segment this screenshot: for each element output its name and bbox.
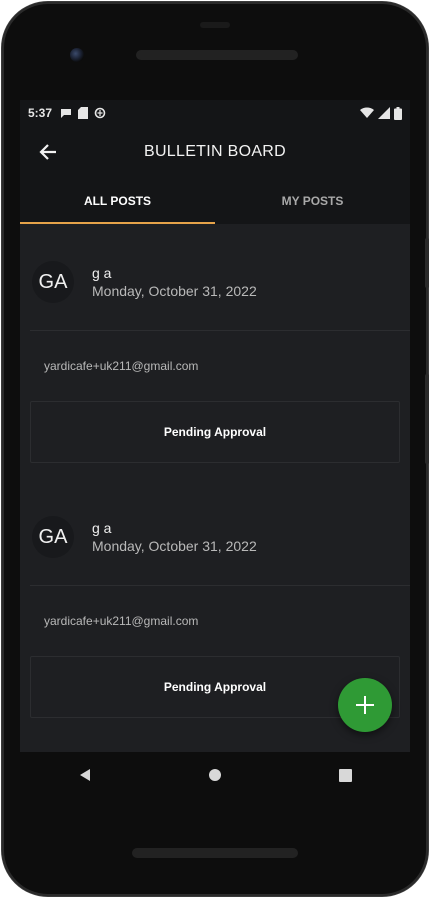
top-speaker [136, 50, 298, 60]
post-author: g a [92, 265, 112, 281]
nav-back-icon [80, 769, 90, 781]
post-header: GA g a Monday, October 31, 2022 [20, 489, 410, 585]
plus-icon [356, 696, 374, 714]
tab-bar: ALL POSTS MY POSTS [20, 178, 410, 224]
system-nav-bar [20, 752, 410, 798]
sd-card-icon [78, 107, 89, 119]
nav-home-icon [209, 769, 221, 781]
wifi-icon [360, 107, 374, 118]
post-header: GA g a Monday, October 31, 2022 [20, 234, 410, 330]
post-email: yardicafe+uk211@gmail.com [44, 359, 199, 373]
app-bar: BULLETIN BOARD [20, 126, 410, 178]
post-meta: g a Monday, October 31, 2022 [92, 264, 257, 300]
post-author: g a [92, 520, 112, 536]
front-camera [70, 48, 84, 62]
volume-button [425, 374, 429, 464]
avatar: GA [32, 261, 74, 303]
nav-recents-icon [338, 768, 352, 782]
add-post-button[interactable] [338, 678, 392, 732]
nav-home-button[interactable] [195, 755, 235, 795]
post-meta: g a Monday, October 31, 2022 [92, 519, 257, 555]
back-arrow-icon [39, 144, 56, 160]
chat-bubble-icon [61, 109, 72, 118]
bottom-speaker [132, 848, 298, 858]
signal-icon [378, 107, 390, 119]
post-list: GA g a Monday, October 31, 2022 yardicaf… [20, 224, 410, 744]
power-button [425, 238, 429, 288]
post-email: yardicafe+uk211@gmail.com [44, 614, 199, 628]
avatar: GA [32, 516, 74, 558]
nav-recents-button[interactable] [325, 755, 365, 795]
data-saver-icon [94, 107, 106, 119]
page-title: BULLETIN BOARD [143, 143, 286, 160]
tab-all-posts[interactable]: ALL POSTS [20, 178, 215, 224]
back-button[interactable] [34, 138, 62, 166]
post-card[interactable]: GA g a Monday, October 31, 2022 yardicaf… [20, 234, 410, 489]
nav-back-button[interactable] [65, 755, 105, 795]
status-time: 5:37 [28, 106, 53, 120]
status-bar: 5:37 [20, 100, 410, 126]
post-date: Monday, October 31, 2022 [92, 283, 257, 299]
battery-icon [394, 106, 402, 120]
status-badge: Pending Approval [30, 401, 400, 463]
app-screen: 5:37 BULLETIN BOARD ALL POSTS MY POSTS G… [20, 100, 410, 752]
tab-indicator [20, 222, 215, 224]
tab-my-posts[interactable]: MY POSTS [215, 178, 410, 224]
post-date: Monday, October 31, 2022 [92, 538, 257, 554]
top-slot [200, 22, 230, 28]
